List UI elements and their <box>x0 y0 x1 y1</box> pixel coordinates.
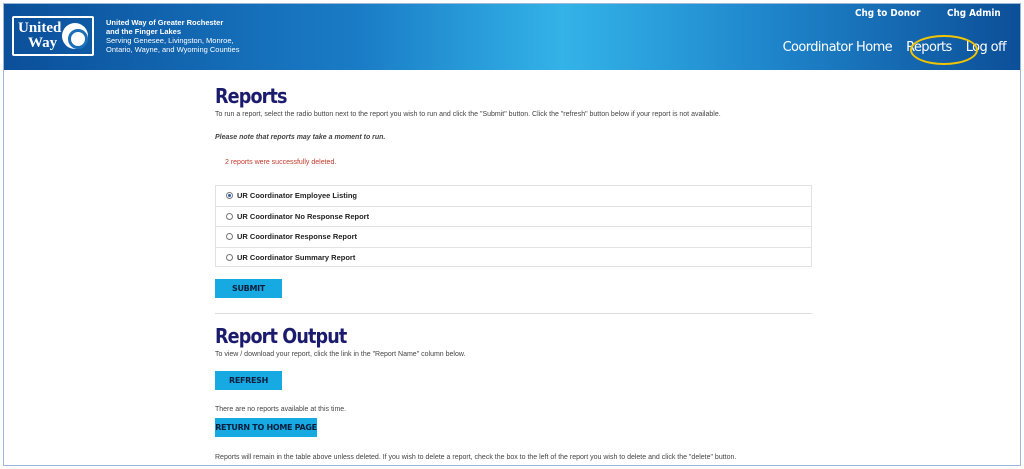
reports-instructions: To run a report, select the radio button… <box>215 111 721 118</box>
radio-button[interactable] <box>226 192 233 200</box>
chg-to-donor-link[interactable]: Chg to Donor <box>855 8 920 19</box>
nav-coordinator-home[interactable]: Coordinator Home <box>783 40 893 55</box>
report-option-row[interactable]: UR Coordinator Employee Listing <box>216 186 811 207</box>
united-way-logo[interactable]: United Way <box>12 16 94 56</box>
report-options-list: UR Coordinator Employee Listing UR Coord… <box>215 185 812 267</box>
output-instructions: To view / download your report, click th… <box>215 351 466 358</box>
report-option-label: UR Coordinator No Response Report <box>237 211 370 221</box>
organization-info: United Way of Greater Rochester and the … <box>106 18 239 54</box>
report-option-row[interactable]: UR Coordinator Summary Report <box>216 248 811 269</box>
chg-admin-link[interactable]: Chg Admin <box>947 8 1001 19</box>
org-service-line1: Serving Genesee, Livingston, Monroe, <box>106 36 234 45</box>
footer-note: Reports will remain in the table above u… <box>215 454 737 461</box>
report-option-label: UR Coordinator Employee Listing <box>237 191 358 201</box>
hand-person-icon <box>62 23 88 49</box>
report-option-row[interactable]: UR Coordinator Response Report <box>216 227 811 248</box>
return-home-button[interactable]: RETURN TO HOME PAGE <box>215 418 317 437</box>
no-reports-message: There are no reports available at this t… <box>215 406 347 413</box>
logo-text-way: Way <box>28 35 58 51</box>
radio-button[interactable] <box>226 212 233 220</box>
site-header: United Way United Way of Greater Rochest… <box>4 4 1020 70</box>
report-option-label: UR Coordinator Response Report <box>237 232 358 242</box>
org-service-line2: Ontario, Wayne, and Wyoming Counties <box>106 45 240 54</box>
deleted-message: 2 reports were successfully deleted. <box>225 159 337 166</box>
report-option-label: UR Coordinator Summary Report <box>237 253 356 263</box>
reports-title: Reports <box>215 84 287 108</box>
submit-button[interactable]: SUBMIT <box>215 279 282 298</box>
org-name-line1: United Way of Greater Rochester <box>106 18 224 27</box>
report-option-row[interactable]: UR Coordinator No Response Report <box>216 207 811 227</box>
logo-text-united: United <box>18 20 62 36</box>
reports-highlight-circle <box>910 35 978 65</box>
refresh-button[interactable]: REFRESH <box>215 371 282 390</box>
report-output-title: Report Output <box>215 324 347 348</box>
utility-nav: Chg to Donor Chg Admin <box>855 8 1008 19</box>
reports-note: Please note that reports may take a mome… <box>215 134 386 141</box>
org-name-line2: and the Finger Lakes <box>106 27 182 36</box>
radio-button[interactable] <box>226 233 233 241</box>
radio-button[interactable] <box>226 254 233 262</box>
browser-viewport: United Way United Way of Greater Rochest… <box>3 3 1021 466</box>
logo-wordmark: United Way <box>14 20 62 51</box>
section-divider <box>215 313 812 314</box>
